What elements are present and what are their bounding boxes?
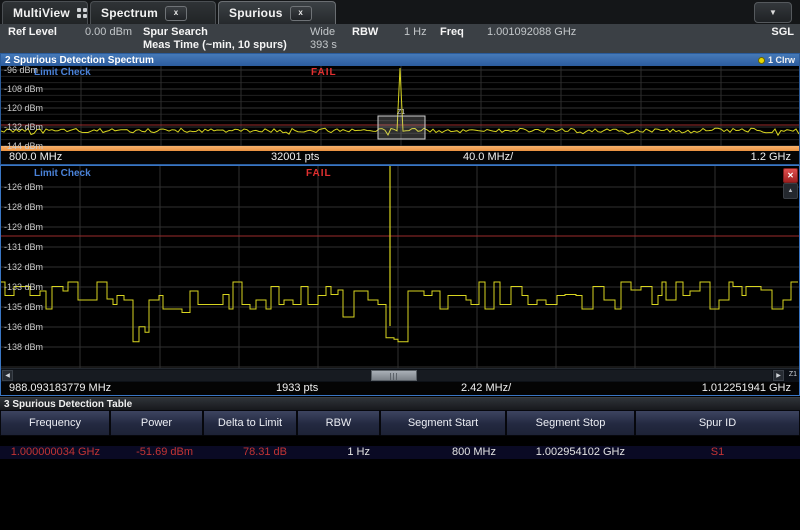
tab-spectrum-label: Spectrum xyxy=(101,6,158,20)
ref-level-value[interactable]: 0.00 dBm xyxy=(85,26,132,38)
zoom-scrollbar: ◀ ▶ Z1 xyxy=(1,368,799,382)
spectrum-graph[interactable]: Z1 Limit Check FAIL -96 dBm-108 dBm-120 … xyxy=(1,66,799,146)
close-icon: ✕ xyxy=(787,172,794,180)
column-header-segment-start[interactable]: Segment Start xyxy=(380,410,506,436)
table-cell: 800 MHz xyxy=(380,446,506,459)
column-header-power[interactable]: Power xyxy=(110,410,203,436)
zoom-sweep-points: 1933 pts xyxy=(276,382,318,394)
spectrum-start-freq: 800.0 MHz xyxy=(9,151,62,163)
limit-check-label-2: Limit Check xyxy=(34,168,91,179)
spectrum-scale-per-div: 40.0 MHz/ xyxy=(463,151,513,163)
scroll-left-button[interactable]: ◀ xyxy=(2,370,13,381)
table-cell: S1 xyxy=(635,446,800,459)
zoom-axis-row: 988.093183779 MHz 1933 pts 2.42 MHz/ 1.0… xyxy=(1,382,799,395)
sgl-badge: SGL xyxy=(771,26,794,38)
spectrum-stop-freq: 1.2 GHz xyxy=(751,151,791,163)
table-cell: 1 Hz xyxy=(297,446,380,459)
arrow-left-icon: ◀ xyxy=(5,372,10,379)
zoom-stop-freq: 1.012251941 GHz xyxy=(702,382,791,394)
limit-check-label-1: Limit Check xyxy=(34,67,91,78)
limit-fail-status-1: FAIL xyxy=(311,67,337,78)
spectrum-sweep-points: 32001 pts xyxy=(271,151,319,163)
scroll-right-button[interactable]: ▶ xyxy=(773,370,784,381)
table-cell: 78.31 dB xyxy=(203,446,297,459)
column-header-delta-to-limit[interactable]: Delta to Limit xyxy=(203,410,297,436)
spectrum-trace-plot: Z1 xyxy=(1,66,799,146)
zoom-scale-per-div: 2.42 MHz/ xyxy=(461,382,511,394)
spectrum-window: 2 Spurious Detection Spectrum 1 Clrw Z1 … xyxy=(0,53,800,165)
zoom-window-control-button[interactable]: ▲ xyxy=(783,183,798,199)
column-header-rbw[interactable]: RBW xyxy=(297,410,380,436)
table-cell: 1.002954102 GHz xyxy=(506,446,635,459)
table-row[interactable]: 1.000000034 GHz-51.69 dBm78.31 dB1 Hz800… xyxy=(0,446,800,459)
triangle-up-icon: ▲ xyxy=(788,188,794,194)
arrow-right-icon: ▶ xyxy=(776,372,781,379)
column-header-frequency[interactable]: Frequency xyxy=(0,410,110,436)
tab-multiview-label: MultiView xyxy=(13,6,70,20)
zoom-start-freq: 988.093183779 MHz xyxy=(9,382,111,394)
zoom-area-z1-box[interactable] xyxy=(378,116,425,139)
table-header-row: FrequencyPowerDelta to LimitRBWSegment S… xyxy=(0,410,800,436)
spectrum-axis-row: 800.0 MHz 32001 pts 40.0 MHz/ 1.2 GHz xyxy=(1,151,799,164)
tab-bar: MultiView Spectrum x Spurious x ▼ xyxy=(0,0,800,24)
tab-multiview[interactable]: MultiView xyxy=(2,1,88,24)
table-cell: -51.69 dBm xyxy=(110,446,203,459)
tab-spurious[interactable]: Spurious x xyxy=(218,1,336,24)
freq-label[interactable]: Freq xyxy=(440,26,464,38)
chevron-down-icon: ▼ xyxy=(769,8,777,17)
table-cell: 1.000000034 GHz xyxy=(0,446,110,459)
tab-spurious-label: Spurious xyxy=(229,6,283,20)
spectrum-window-titlebar[interactable]: 2 Spurious Detection Spectrum 1 Clrw xyxy=(1,54,799,66)
zoom-graph[interactable]: Limit Check FAIL ✕ ▲ -126 dBm-128 dBm-12… xyxy=(1,166,799,368)
table-window-title: 3 Spurious Detection Table xyxy=(4,399,132,410)
trace1-color-icon xyxy=(758,57,765,64)
channel-info-bar: Ref Level 0.00 dBm Spur Search Wide RBW … xyxy=(0,24,800,54)
column-header-spur-id[interactable]: Spur ID xyxy=(635,410,800,436)
tab-spectrum[interactable]: Spectrum x xyxy=(90,1,216,24)
scroll-thumb[interactable] xyxy=(371,370,417,381)
spur-search-label[interactable]: Spur Search xyxy=(143,26,208,38)
tab-spurious-close-icon[interactable]: x xyxy=(290,6,312,21)
zoom-zone-label: Z1 xyxy=(789,371,797,378)
column-header-segment-stop[interactable]: Segment Stop xyxy=(506,410,635,436)
zoom-close-button[interactable]: ✕ xyxy=(783,168,798,183)
zoom-trace-plot xyxy=(1,166,799,368)
scroll-track[interactable] xyxy=(13,370,772,381)
rbw-value[interactable]: 1 Hz xyxy=(404,26,427,38)
spur-search-value[interactable]: Wide xyxy=(310,26,335,38)
freq-value[interactable]: 1.001092088 GHz xyxy=(487,26,576,38)
meas-time-label[interactable]: Meas Time (~min, 10 spurs) xyxy=(143,39,287,51)
trace-badge[interactable]: 1 Clrw xyxy=(758,55,795,65)
spectrum-window-title: 2 Spurious Detection Spectrum xyxy=(5,55,154,66)
zoom-area-z1-label: Z1 xyxy=(397,109,405,116)
meas-time-value[interactable]: 393 s xyxy=(310,39,337,51)
zoom-window: Limit Check FAIL ✕ ▲ -126 dBm-128 dBm-12… xyxy=(0,165,800,396)
ref-level-label[interactable]: Ref Level xyxy=(8,26,57,38)
multiview-grid-icon xyxy=(77,8,87,18)
tabbar-dropdown-button[interactable]: ▼ xyxy=(754,2,792,23)
tab-spectrum-close-icon[interactable]: x xyxy=(165,6,187,21)
limit-fail-status-2: FAIL xyxy=(306,168,332,179)
table-window-titlebar[interactable]: 3 Spurious Detection Table xyxy=(0,397,800,410)
analyzer-screen: MultiView Spectrum x Spurious x ▼ Ref Le… xyxy=(0,0,800,530)
rbw-label[interactable]: RBW xyxy=(352,26,378,38)
